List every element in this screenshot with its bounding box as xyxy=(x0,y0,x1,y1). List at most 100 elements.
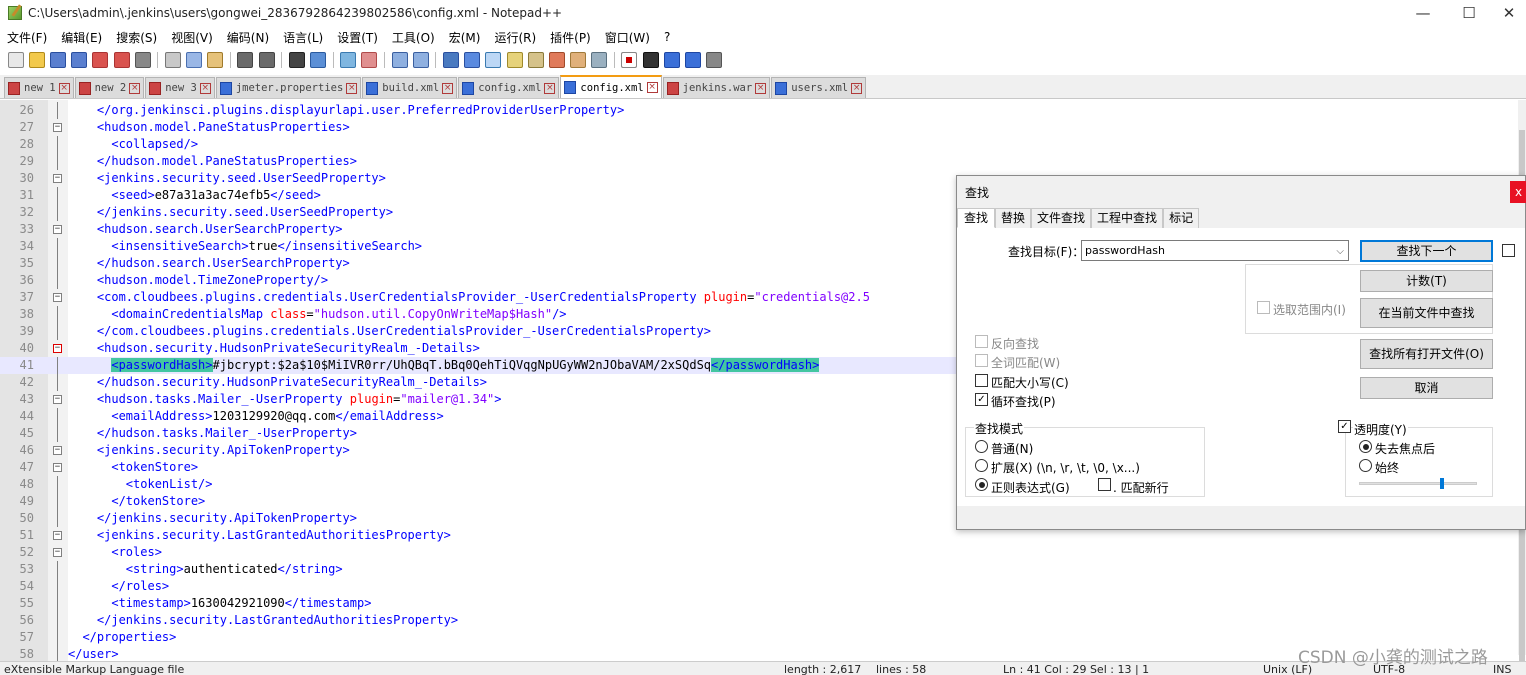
code-line[interactable]: 53 <string>authenticated</string> xyxy=(0,561,1526,578)
close-tab-icon[interactable]: × xyxy=(199,82,211,94)
copy-icon[interactable] xyxy=(186,52,203,68)
transparency-checkbox[interactable]: ✓ xyxy=(1338,420,1351,433)
menu-item[interactable]: 语言(L) xyxy=(276,29,330,46)
code-line[interactable]: 26 </org.jenkinsci.plugins.displayurlapi… xyxy=(0,102,1526,119)
fold-toggle-icon[interactable]: − xyxy=(53,446,62,455)
cut-icon[interactable] xyxy=(164,52,181,68)
dialog-tab[interactable]: 替换 xyxy=(995,208,1032,228)
user-language-icon[interactable] xyxy=(506,52,523,68)
document-tab[interactable]: config.xml × xyxy=(458,77,560,98)
dialog-tab[interactable]: 查找 xyxy=(957,208,996,228)
document-tab[interactable]: new 1 × xyxy=(4,77,74,98)
monitoring-icon[interactable] xyxy=(591,52,608,68)
always-radio[interactable] xyxy=(1359,459,1372,472)
maximize-button[interactable]: ☐ xyxy=(1446,0,1492,26)
fold-toggle-icon[interactable]: − xyxy=(53,344,62,353)
document-tab[interactable]: jenkins.war × xyxy=(662,77,771,98)
close-tab-icon[interactable]: × xyxy=(346,82,358,94)
find-target-input[interactable]: passwordHash ⌵ xyxy=(1081,240,1349,261)
folder-as-workspace-icon[interactable] xyxy=(570,52,587,68)
menu-item[interactable]: ? xyxy=(657,30,677,44)
close-tab-icon[interactable]: × xyxy=(442,82,454,94)
find-icon[interactable] xyxy=(288,52,305,68)
close-all-icon[interactable] xyxy=(113,52,130,68)
dot-matches-newline-checkbox[interactable] xyxy=(1098,478,1111,491)
menu-item[interactable]: 编辑(E) xyxy=(54,29,109,46)
doc-map-icon[interactable] xyxy=(527,52,544,68)
close-tab-icon[interactable]: × xyxy=(129,82,141,94)
whole-word-checkbox[interactable] xyxy=(975,354,988,367)
stop-macro-icon[interactable] xyxy=(642,52,659,68)
dialog-tab[interactable]: 文件查找 xyxy=(1031,208,1092,228)
save-icon[interactable] xyxy=(49,52,66,68)
print-icon[interactable] xyxy=(134,52,151,68)
close-tab-icon[interactable]: × xyxy=(851,82,863,94)
find-next-direction-checkbox[interactable] xyxy=(1502,244,1515,257)
document-tab[interactable]: config.xml × xyxy=(560,75,662,98)
menu-item[interactable]: 搜索(S) xyxy=(109,29,164,46)
code-line[interactable]: 54 </roles> xyxy=(0,578,1526,595)
backward-checkbox[interactable] xyxy=(975,335,988,348)
document-tab[interactable]: jmeter.properties × xyxy=(215,77,362,98)
find-in-current-file-button[interactable]: 在当前文件中查找 xyxy=(1360,298,1493,328)
menu-item[interactable]: 插件(P) xyxy=(543,29,598,46)
in-selection-checkbox[interactable] xyxy=(1257,301,1270,314)
cancel-button[interactable]: 取消 xyxy=(1360,377,1493,399)
open-file-icon[interactable] xyxy=(28,52,45,68)
fold-toggle-icon[interactable]: − xyxy=(53,293,62,302)
run-macro-multiple-icon[interactable] xyxy=(685,52,702,68)
menu-item[interactable]: 文件(F) xyxy=(0,29,54,46)
match-case-checkbox[interactable] xyxy=(975,374,988,387)
indent-guide-icon[interactable] xyxy=(485,52,502,68)
code-line[interactable]: 52 − <roles> xyxy=(0,544,1526,561)
zoom-in-icon[interactable] xyxy=(340,52,357,68)
document-tab[interactable]: new 3 × xyxy=(145,77,215,98)
new-file-icon[interactable] xyxy=(7,52,24,68)
close-tab-icon[interactable]: × xyxy=(58,82,70,94)
find-next-button[interactable]: 查找下一个 xyxy=(1360,240,1493,262)
count-button[interactable]: 计数(T) xyxy=(1360,270,1493,292)
fold-toggle-icon[interactable]: − xyxy=(53,531,62,540)
fold-toggle-icon[interactable]: − xyxy=(53,463,62,472)
undo-icon[interactable] xyxy=(237,52,254,68)
document-tab[interactable]: build.xml × xyxy=(362,77,458,98)
show-all-chars-icon[interactable] xyxy=(464,52,481,68)
code-line[interactable]: 55 <timestamp>1630042921090</timestamp> xyxy=(0,595,1526,612)
menu-item[interactable]: 视图(V) xyxy=(164,29,220,46)
close-tab-icon[interactable]: × xyxy=(544,82,556,94)
close-tab-icon[interactable]: × xyxy=(646,82,658,93)
play-macro-icon[interactable] xyxy=(663,52,680,68)
fold-toggle-icon[interactable]: − xyxy=(53,548,62,557)
save-all-icon[interactable] xyxy=(71,52,88,68)
menu-item[interactable]: 设置(T) xyxy=(330,29,385,46)
code-line[interactable]: 56 </jenkins.security.LastGrantedAuthori… xyxy=(0,612,1526,629)
code-line[interactable]: 29 </hudson.model.PaneStatusProperties> xyxy=(0,153,1526,170)
menu-item[interactable]: 编码(N) xyxy=(220,29,276,46)
fold-toggle-icon[interactable]: − xyxy=(53,174,62,183)
wrap-around-checkbox[interactable]: ✓ xyxy=(975,393,988,406)
mode-extended-radio[interactable] xyxy=(975,459,988,472)
dialog-tab[interactable]: 工程中查找 xyxy=(1091,208,1164,228)
sync-vertical-icon[interactable] xyxy=(391,52,408,68)
minimize-button[interactable]: — xyxy=(1400,0,1446,26)
close-button[interactable]: ✕ xyxy=(1492,0,1526,26)
menu-item[interactable]: 运行(R) xyxy=(487,29,543,46)
document-tab[interactable]: users.xml × xyxy=(771,77,867,98)
chevron-down-icon[interactable]: ⌵ xyxy=(1336,242,1344,261)
redo-icon[interactable] xyxy=(258,52,275,68)
zoom-out-icon[interactable] xyxy=(361,52,378,68)
code-line[interactable]: 28 <collapsed/> xyxy=(0,136,1526,153)
mode-regex-radio[interactable] xyxy=(975,478,988,491)
on-lose-focus-radio[interactable] xyxy=(1359,440,1372,453)
code-line[interactable]: 27 − <hudson.model.PaneStatusProperties> xyxy=(0,119,1526,136)
transparency-slider[interactable] xyxy=(1359,478,1477,489)
menu-item[interactable]: 窗口(W) xyxy=(598,29,657,46)
paste-icon[interactable] xyxy=(207,52,224,68)
slider-knob[interactable] xyxy=(1440,478,1444,489)
mode-normal-radio[interactable] xyxy=(975,440,988,453)
function-list-icon[interactable] xyxy=(548,52,565,68)
dialog-tab[interactable]: 标记 xyxy=(1163,208,1200,228)
close-tab-icon[interactable]: × xyxy=(755,82,767,94)
fold-toggle-icon[interactable]: − xyxy=(53,123,62,132)
document-tab[interactable]: new 2 × xyxy=(74,77,145,98)
